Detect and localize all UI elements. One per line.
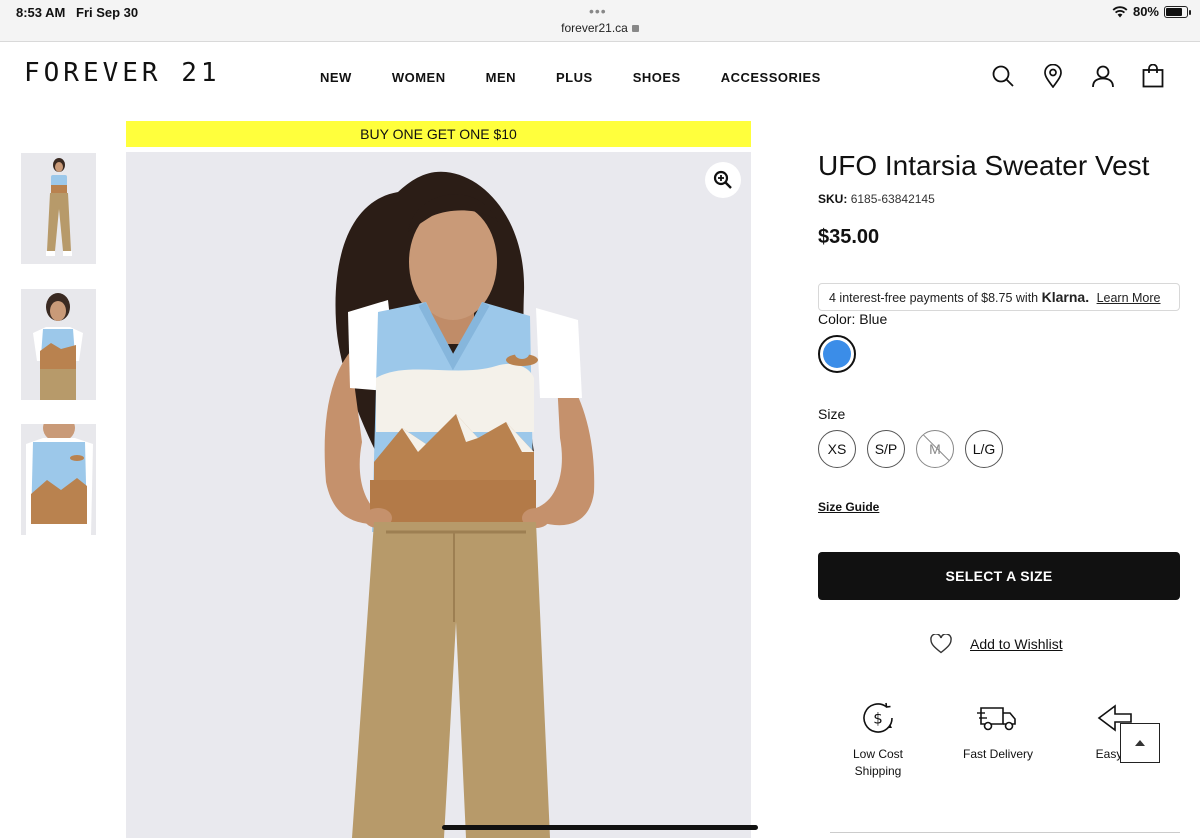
thumbnail-image (21, 153, 96, 264)
thumbnail-image (21, 424, 96, 535)
size-lg-button[interactable]: L/G (965, 430, 1003, 468)
lock-icon (631, 25, 639, 32)
nav-plus[interactable]: PLUS (556, 70, 593, 85)
dollar-shipping-icon: $ (863, 702, 893, 733)
status-date: Fri Sep 30 (76, 5, 139, 20)
header-icons (990, 62, 1166, 90)
promo-banner[interactable]: BUY ONE GET ONE $10 (126, 121, 751, 147)
site-logo[interactable]: FOREVER 21 (24, 58, 221, 88)
zoom-icon[interactable] (705, 162, 741, 198)
perks-row: $ Low Cost Shipping Fast Delivery Easy R (818, 698, 1200, 838)
product-price: $35.00 (818, 226, 880, 248)
thumbnail-1[interactable] (21, 153, 96, 264)
thumbnail-3[interactable] (21, 424, 96, 535)
perk-label-line2: Shipping (854, 764, 902, 778)
heart-icon[interactable] (930, 634, 952, 654)
search-icon[interactable] (990, 62, 1016, 90)
nav-accessories[interactable]: ACCESSORIES (721, 70, 821, 85)
klarna-learn-more-link[interactable]: Learn More (1097, 291, 1161, 305)
section-divider (830, 832, 1180, 833)
size-m-button-unavailable[interactable]: M (916, 430, 954, 468)
product-main-image[interactable] (126, 152, 751, 838)
add-to-wishlist-link[interactable]: Add to Wishlist (970, 636, 1063, 652)
url-text: forever21.ca (561, 21, 628, 35)
select-size-button[interactable]: SELECT A SIZE (818, 552, 1180, 600)
account-icon[interactable] (1090, 62, 1116, 90)
truck-icon (977, 707, 1016, 731)
shopping-bag-icon[interactable] (1140, 62, 1166, 90)
klarna-banner: 4 interest-free payments of $8.75 with K… (818, 283, 1180, 311)
size-sp-button[interactable]: S/P (867, 430, 905, 468)
location-pin-icon[interactable] (1040, 62, 1066, 90)
swatch-dot (823, 340, 851, 368)
perk-label-line1: Low Cost (852, 747, 904, 761)
caret-up-icon (1135, 740, 1145, 746)
address-bar[interactable]: forever21.ca (0, 21, 1200, 35)
size-options: XS S/P M L/G (818, 430, 1003, 468)
nav-men[interactable]: MEN (486, 70, 516, 85)
nav-new[interactable]: NEW (320, 70, 352, 85)
nav-shoes[interactable]: SHOES (633, 70, 681, 85)
size-xs-button[interactable]: XS (818, 430, 856, 468)
perk-fast-delivery: Fast Delivery (958, 700, 1038, 763)
battery-percent: 80% (1132, 4, 1159, 19)
back-to-top-button[interactable] (1120, 723, 1160, 763)
product-photo (126, 152, 751, 838)
product-title: UFO Intarsia Sweater Vest (818, 150, 1150, 181)
klarna-logo: Klarna. (1041, 289, 1090, 305)
color-swatch-blue[interactable] (818, 335, 856, 373)
color-label: Color: Blue (818, 311, 888, 327)
svg-text:$: $ (873, 710, 883, 728)
wifi-icon (1112, 5, 1128, 17)
status-right: 80% (1112, 4, 1191, 19)
status-time: 8:53 AM (16, 5, 66, 20)
nav-women[interactable]: WOMEN (392, 70, 446, 85)
sku-value: 6185-63842145 (850, 192, 935, 206)
thumbnail-image (21, 289, 96, 400)
battery-icon (1164, 5, 1191, 18)
size-guide-link[interactable]: Size Guide (818, 500, 879, 514)
klarna-text: 4 interest-free payments of $8.75 with (829, 291, 1039, 305)
sku-label: SKU: (818, 192, 848, 206)
perk-label-line1: Fast Delivery (962, 747, 1033, 761)
main-nav: NEW WOMEN MEN PLUS SHOES ACCESSORIES (320, 70, 821, 85)
status-bar: 8:53 AM Fri Sep 30 ••• forever21.ca 80% (0, 0, 1200, 42)
size-label: Size (818, 406, 846, 422)
wishlist-row[interactable]: Add to Wishlist (930, 634, 1063, 654)
product-sku: SKU: 6185-63842145 (818, 192, 935, 206)
tab-dots-icon[interactable]: ••• (589, 3, 607, 19)
home-indicator (442, 825, 758, 830)
thumbnail-2[interactable] (21, 289, 96, 400)
perk-low-cost-shipping: $ Low Cost Shipping (838, 700, 918, 780)
